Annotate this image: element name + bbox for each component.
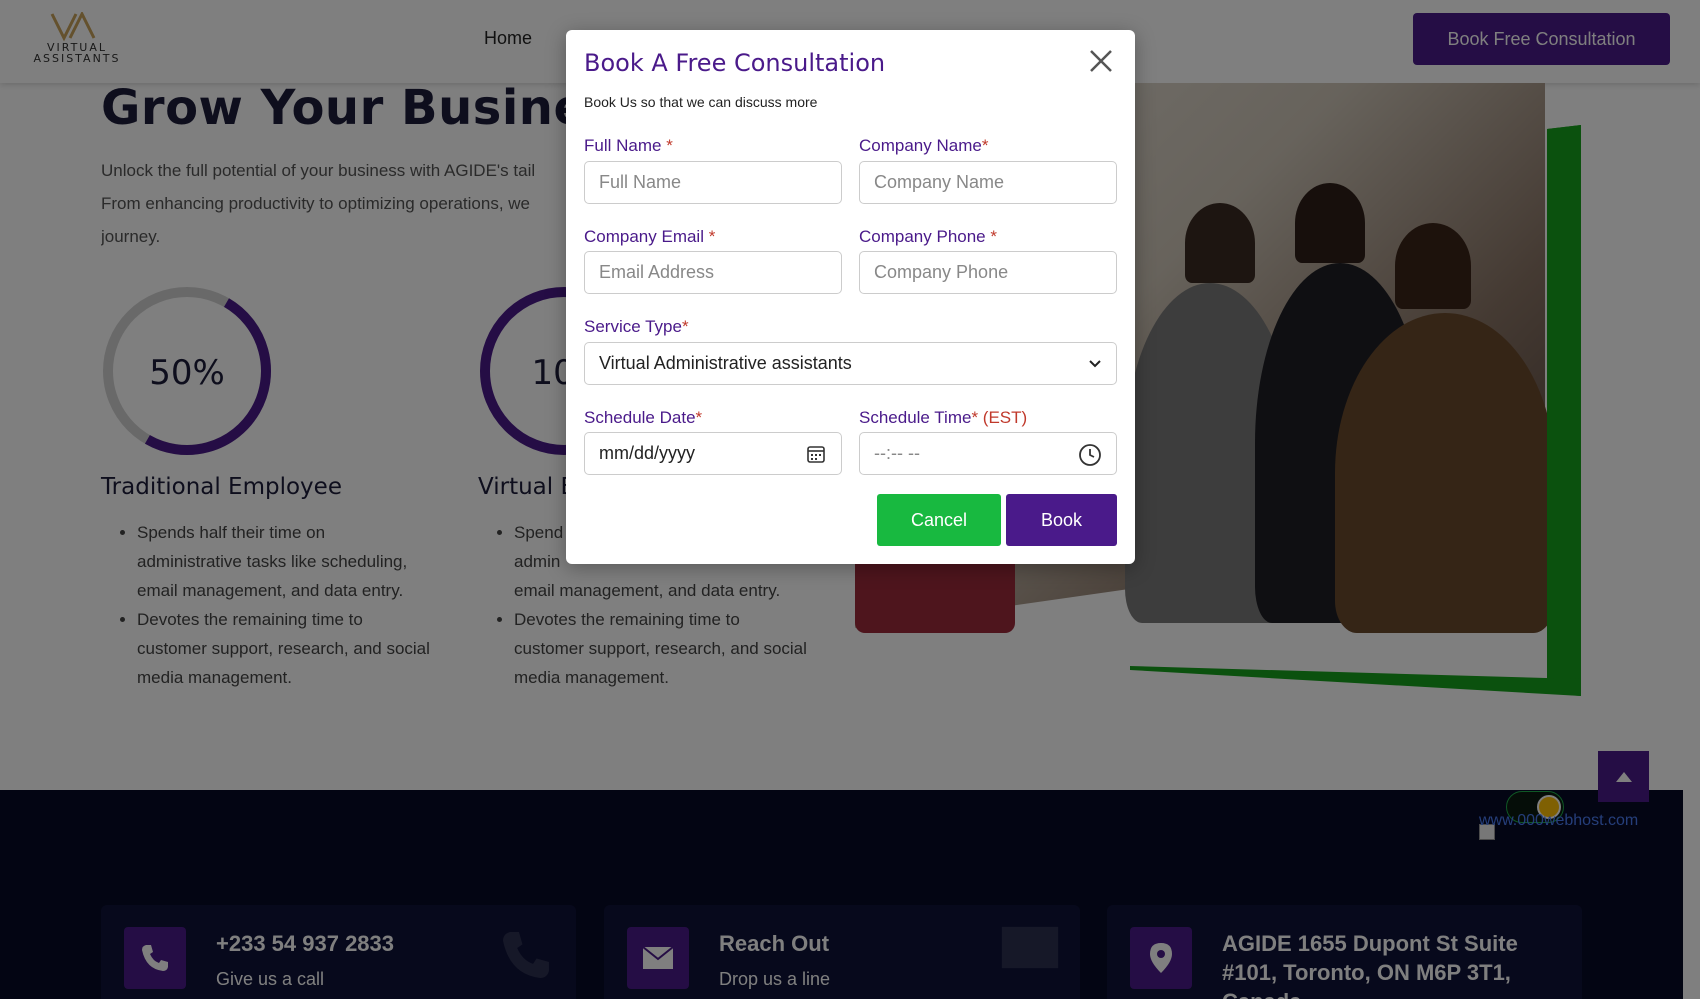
label-text: Schedule Time (859, 408, 972, 427)
company-email-field[interactable] (584, 251, 842, 294)
modal-subtitle: Book Us so that we can discuss more (584, 94, 818, 110)
label-text: Full Name (584, 136, 662, 155)
service-type-select[interactable]: Virtual Administrative assistants (584, 342, 1117, 385)
schedule-time-field[interactable]: --:-- -- (859, 432, 1117, 475)
required-mark: * (985, 227, 997, 246)
book-button[interactable]: Book (1006, 494, 1117, 546)
company-name-field[interactable] (859, 161, 1117, 204)
schedule-time-label: Schedule Time* (EST) (859, 408, 1027, 428)
schedule-date-label: Schedule Date* (584, 408, 702, 428)
close-icon[interactable] (1088, 48, 1114, 74)
required-mark: * (661, 136, 673, 155)
company-name-input[interactable] (874, 172, 1116, 193)
schedule-time-value: --:-- -- (874, 443, 920, 463)
label-text: Company Name (859, 136, 982, 155)
service-type-value: Virtual Administrative assistants (599, 353, 852, 373)
label-text: Company Email (584, 227, 704, 246)
modal-title: Book A Free Consultation (584, 49, 886, 77)
full-name-field[interactable] (584, 161, 842, 204)
required-mark: * (681, 317, 689, 336)
full-name-input[interactable] (599, 172, 841, 193)
label-text: Company Phone (859, 227, 986, 246)
required-mark: * (695, 408, 703, 427)
consultation-modal: Book A Free Consultation Book Us so that… (566, 30, 1135, 564)
company-phone-input[interactable] (874, 262, 1116, 283)
label-text: Schedule Date (584, 408, 696, 427)
full-name-label: Full Name * (584, 136, 673, 156)
required-mark: * (EST) (971, 408, 1028, 427)
schedule-date-field[interactable]: mm/dd/yyyy (584, 432, 842, 475)
required-mark: * (704, 227, 716, 246)
company-phone-label: Company Phone * (859, 227, 997, 247)
label-text: Service Type (584, 317, 682, 336)
company-email-label: Company Email * (584, 227, 715, 247)
clock-icon[interactable] (1078, 443, 1102, 467)
schedule-date-value: mm/dd/yyyy (599, 443, 696, 463)
chevron-down-icon (1089, 360, 1101, 368)
service-type-label: Service Type* (584, 317, 689, 337)
company-email-input[interactable] (599, 262, 841, 283)
calendar-icon[interactable] (805, 443, 827, 465)
company-name-label: Company Name* (859, 136, 988, 156)
required-mark: * (981, 136, 989, 155)
company-phone-field[interactable] (859, 251, 1117, 294)
cancel-button[interactable]: Cancel (877, 494, 1001, 546)
